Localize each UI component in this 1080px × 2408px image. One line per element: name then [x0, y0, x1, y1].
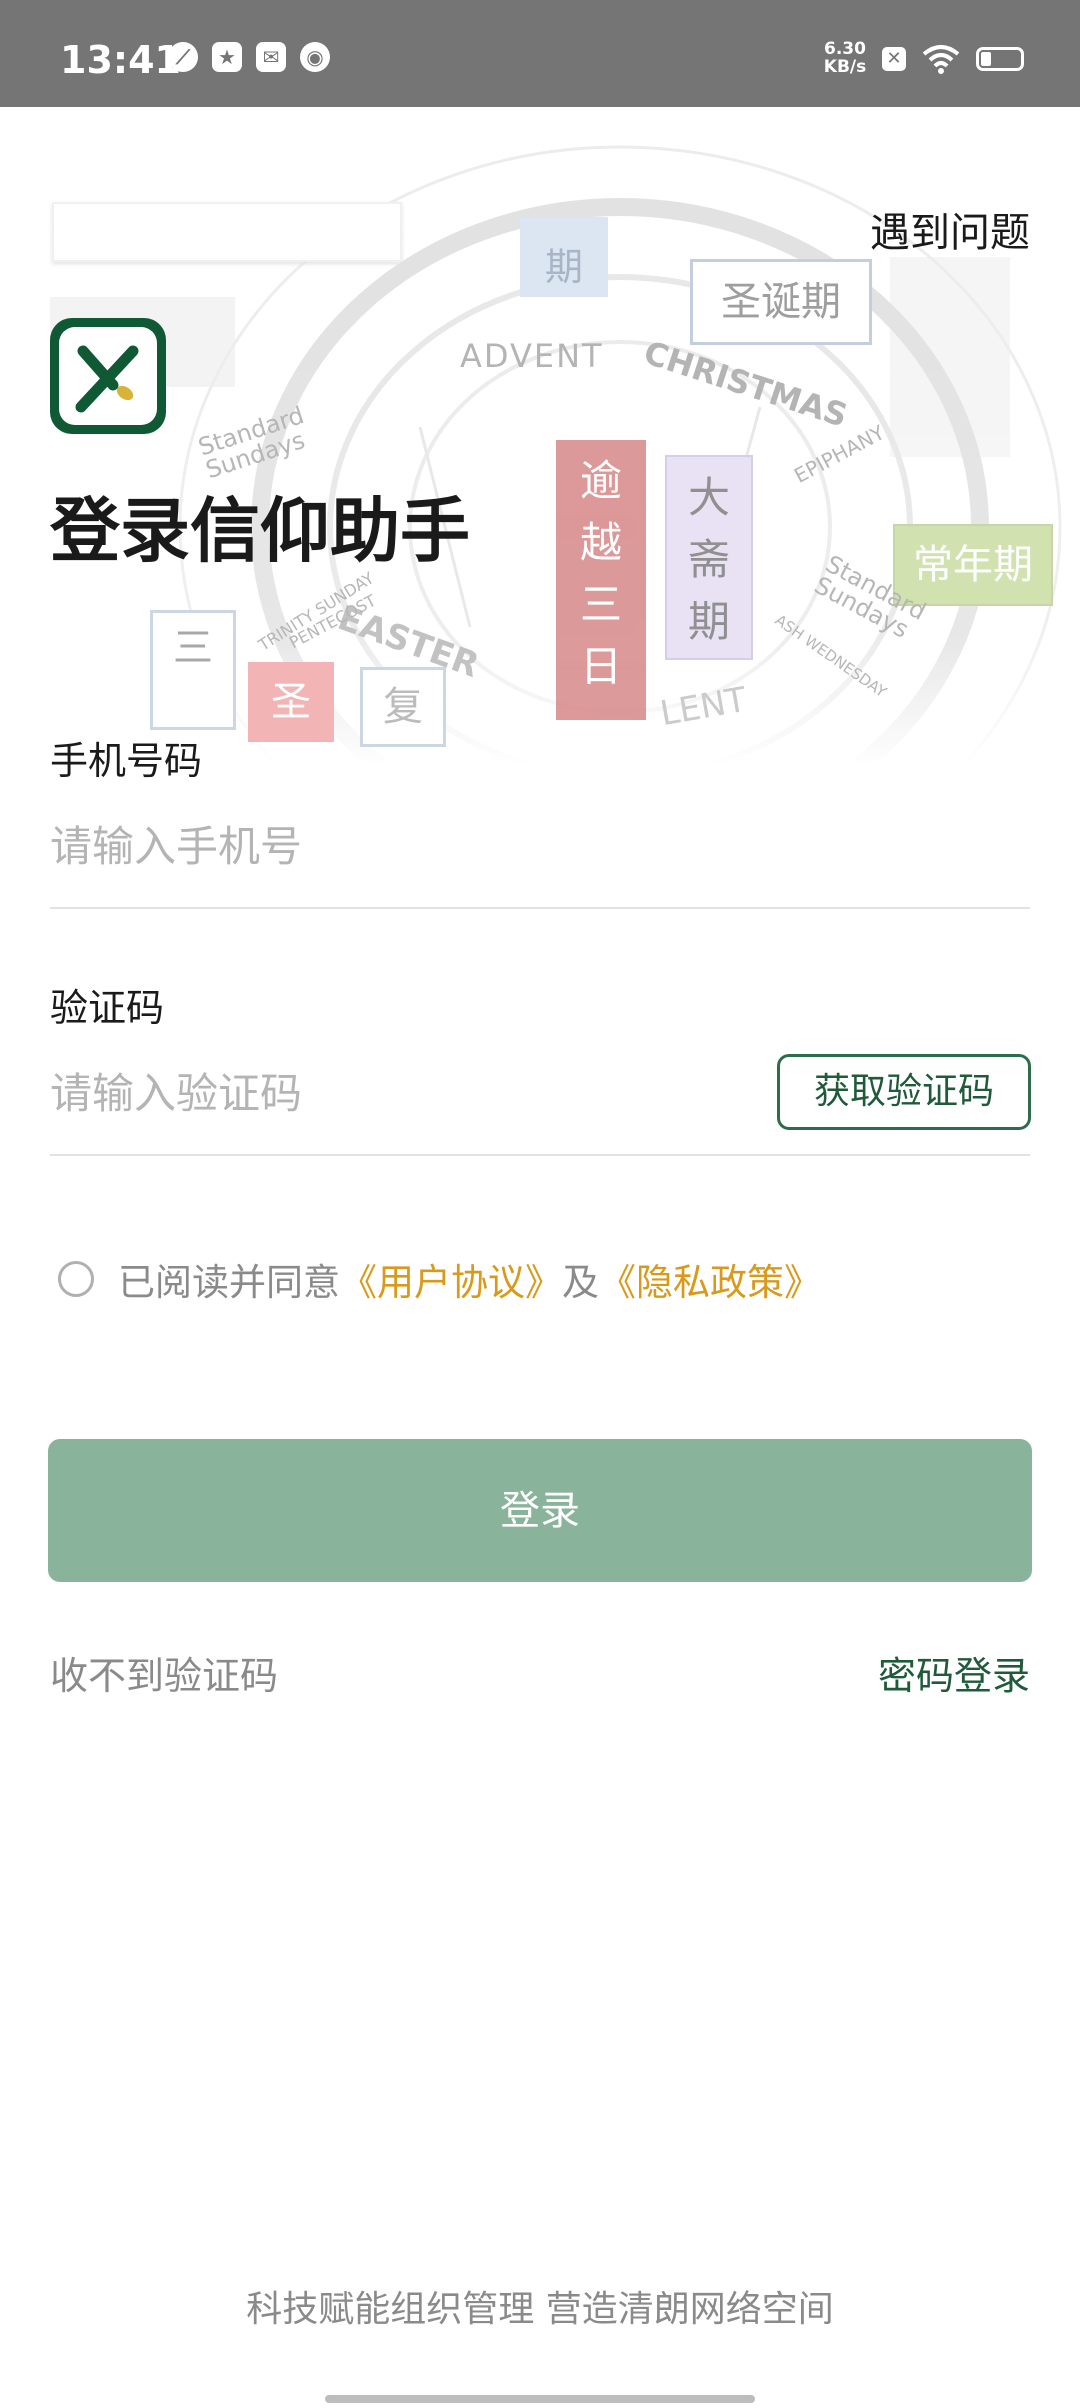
- agree-prefix: 已阅读并同意: [118, 1261, 340, 1304]
- christmas-season-card: 圣诞期: [690, 259, 872, 345]
- card-char: 大: [687, 473, 730, 522]
- network-speed-unit: KB/s: [823, 57, 867, 77]
- owl-icon: ◉: [300, 42, 330, 72]
- status-bar: 13:41 ⟋ ★ ✉ ◉ 6.30 KB/s ✕: [0, 0, 1080, 107]
- system-icons: ✕: [882, 44, 1024, 74]
- leaf-icon: ⟋: [168, 42, 198, 72]
- card-char: 日: [579, 642, 622, 691]
- mail-icon: ✉: [256, 42, 286, 72]
- resurrection-card: 复: [360, 667, 446, 747]
- notification-icons: ⟋ ★ ✉ ◉: [168, 42, 330, 72]
- card-char: 期: [687, 597, 730, 646]
- agree-and: 及: [562, 1261, 599, 1304]
- lent-card: 大 斋 期: [665, 455, 753, 660]
- status-time: 13:41: [60, 38, 181, 82]
- app-logo-icon: [75, 345, 139, 413]
- advent-label: ADVENT: [460, 337, 604, 375]
- app-logo: [50, 318, 166, 434]
- top-left-card: [52, 202, 402, 262]
- password-login-link[interactable]: 密码登录: [878, 1645, 1030, 1700]
- x-notify-icon: ✕: [882, 47, 906, 71]
- card-char: 越: [579, 518, 622, 567]
- privacy-policy-link[interactable]: 《隐私政策》: [599, 1252, 821, 1306]
- agreement-row: 已阅读并同意 《用户协议》 及 《隐私政策》: [58, 1252, 821, 1306]
- card-char: 逾: [579, 456, 622, 505]
- app-logo-inner: [59, 327, 157, 425]
- code-divider: [50, 1154, 1030, 1156]
- passover-triduum-card: 逾 越 三 日: [556, 440, 646, 720]
- star-msg-icon: ★: [212, 42, 242, 72]
- footer-slogan: 科技赋能组织管理 营造清朗网络空间: [246, 2289, 834, 2330]
- holy-card: 圣: [248, 662, 334, 742]
- period-card: 期: [520, 217, 608, 297]
- no-code-link[interactable]: 收不到验证码: [50, 1645, 278, 1700]
- code-label: 验证码: [50, 986, 165, 1030]
- phone-label: 手机号码: [50, 739, 203, 783]
- login-button[interactable]: 登录: [48, 1439, 1032, 1582]
- get-code-button[interactable]: 获取验证码: [777, 1054, 1031, 1130]
- code-input[interactable]: [50, 1052, 750, 1134]
- card-char: 三: [579, 580, 622, 629]
- home-indicator[interactable]: [325, 2395, 755, 2403]
- card-char: 斋: [687, 535, 730, 584]
- user-agreement-link[interactable]: 《用户协议》: [340, 1252, 562, 1306]
- help-link[interactable]: 遇到问题: [870, 200, 1030, 258]
- page-title: 登录信仰助手: [50, 490, 470, 572]
- trinity-card: 三: [150, 610, 236, 730]
- battery-icon: [976, 47, 1024, 71]
- wifi-icon: [922, 45, 960, 74]
- phone-input[interactable]: [50, 805, 1030, 887]
- network-speed: 6.30 KB/s: [820, 40, 870, 76]
- network-speed-value: 6.30: [824, 39, 866, 59]
- phone-divider: [50, 907, 1030, 909]
- agree-radio[interactable]: [58, 1261, 94, 1297]
